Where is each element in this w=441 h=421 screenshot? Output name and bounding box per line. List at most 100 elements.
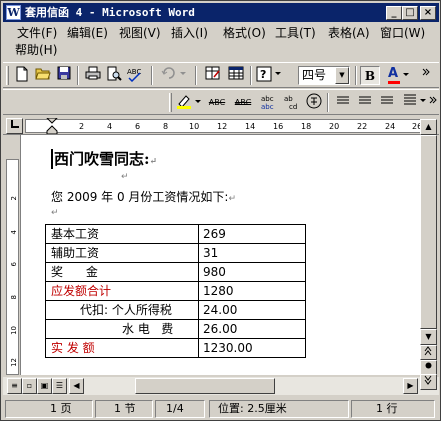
menu-format[interactable]: 格式(O)	[223, 25, 266, 41]
row-value[interactable]: 1230.00	[198, 338, 306, 358]
table-row[interactable]: 实 发 额 1230.00	[45, 338, 306, 358]
scroll-left-button[interactable]: ◀	[69, 378, 84, 394]
menu-table[interactable]: 表格(A)	[328, 25, 370, 41]
word-app-icon[interactable]: W	[6, 5, 21, 20]
horizontal-scroll-thumb[interactable]	[135, 378, 275, 394]
align-right-icon[interactable]	[377, 93, 397, 112]
new-document-icon[interactable]	[12, 66, 32, 85]
undo-icon[interactable]	[160, 66, 188, 85]
toolbar-separator	[327, 93, 329, 112]
menu-tools[interactable]: 工具(T)	[275, 25, 316, 41]
intro-line[interactable]: 您 2009 年 0 月份工资情况如下:↵	[51, 188, 236, 208]
menu-file[interactable]: 文件(F)	[17, 25, 57, 41]
vertical-ruler[interactable]: 2 4 6 8 10 12	[3, 135, 21, 375]
scroll-up-button[interactable]: ▲	[420, 119, 437, 135]
justify-icon[interactable]	[403, 93, 427, 112]
toolbar-grip[interactable]	[169, 93, 172, 112]
status-bar: 1 页 1 节 1/4 位置: 2.5厘米 1 行	[3, 398, 439, 420]
font-color-button[interactable]: A	[385, 66, 411, 85]
close-button[interactable]: ×	[420, 6, 436, 20]
svg-text:abc: abc	[261, 95, 274, 103]
highlight-icon[interactable]	[175, 93, 203, 112]
next-page-icon[interactable]	[420, 374, 437, 390]
tab-selector[interactable]	[6, 118, 23, 134]
table-row[interactable]: 水 电 费 26.00	[45, 319, 306, 339]
ruler-track[interactable]: 2 4 6 8 10 12 14 16 18 20 22 24 26	[25, 119, 425, 133]
row-value[interactable]: 31	[198, 243, 306, 263]
paragraph-mark: ↵	[228, 194, 237, 204]
row-value[interactable]: 24.00	[198, 300, 306, 320]
row-label[interactable]: 水 电 费	[45, 319, 199, 339]
row-label[interactable]: 基本工资	[45, 224, 199, 244]
vertical-ruler-track[interactable]: 2 4 6 8 10 12	[6, 159, 19, 375]
vruler-number: 10	[10, 326, 18, 335]
normal-view-icon[interactable]: ≡	[7, 378, 22, 394]
font-size-select[interactable]: 四号 ▼	[298, 66, 350, 85]
vruler-number: 4	[10, 230, 18, 235]
open-folder-icon[interactable]	[33, 66, 53, 85]
status-page: 1 页	[5, 400, 93, 418]
vertical-scrollbar[interactable]: ▲ ▼	[420, 119, 437, 375]
vruler-number: 12	[10, 358, 18, 367]
table-row[interactable]: 奖 金 980	[45, 262, 306, 282]
menu-view[interactable]: 视图(V)	[119, 25, 161, 41]
row-value[interactable]: 26.00	[198, 319, 306, 339]
row-label[interactable]: 代扣: 个人所得税	[45, 300, 199, 320]
menu-edit[interactable]: 编辑(E)	[67, 25, 108, 41]
print-layout-view-icon[interactable]: ▣	[37, 378, 52, 394]
align-center-icon[interactable]	[355, 93, 375, 112]
row-value[interactable]: 1280	[198, 281, 306, 301]
row-label[interactable]: 辅助工资	[45, 243, 199, 263]
toolbar-overflow-icon[interactable]	[427, 93, 439, 112]
toolbar-separator	[355, 66, 357, 85]
scroll-right-button[interactable]: ▶	[403, 378, 418, 394]
print-icon[interactable]	[83, 66, 103, 85]
previous-page-icon[interactable]	[420, 345, 437, 360]
maximize-button[interactable]: □	[402, 6, 418, 20]
document-page[interactable]: 西门吹雪同志:↵ ↵ 您 2009 年 0 月份工资情况如下:↵ ↵ 基本工资 …	[21, 135, 420, 375]
double-strikethrough-icon[interactable]: ABC	[232, 93, 254, 112]
toolbar-grip[interactable]	[6, 66, 9, 85]
align-left-icon[interactable]	[333, 93, 353, 112]
table-row[interactable]: 应发额合计 1280	[45, 281, 306, 301]
help-question-icon[interactable]: ?	[256, 66, 284, 85]
toolbar-overflow-icon[interactable]	[417, 66, 435, 85]
bold-button[interactable]: B	[360, 66, 380, 85]
menu-help[interactable]: 帮助(H)	[15, 42, 57, 58]
minimize-button[interactable]: _	[386, 6, 402, 20]
insert-table-icon[interactable]	[226, 66, 246, 85]
superscript-icon[interactable]: abc abc	[257, 93, 279, 112]
print-preview-icon[interactable]	[104, 66, 124, 85]
web-layout-view-icon[interactable]: ▫	[22, 378, 37, 394]
row-label[interactable]: 奖 金	[45, 262, 199, 282]
enclosed-character-icon[interactable]	[304, 93, 324, 112]
row-value[interactable]: 980	[198, 262, 306, 282]
scroll-thumb[interactable]	[420, 135, 437, 329]
salutation[interactable]: 西门吹雪同志:↵	[54, 149, 157, 172]
row-value[interactable]: 269	[198, 224, 306, 244]
salary-table[interactable]: 基本工资 269 辅助工资 31 奖 金 980 应发额合计 1280 代扣: …	[45, 224, 306, 358]
outline-view-icon[interactable]: ☰	[52, 378, 67, 394]
row-label[interactable]: 应发额合计	[45, 281, 199, 301]
row-label[interactable]: 实 发 额	[45, 338, 199, 358]
menu-insert[interactable]: 插入(I)	[171, 25, 208, 41]
table-row[interactable]: 基本工资 269	[45, 224, 306, 244]
table-row[interactable]: 辅助工资 31	[45, 243, 306, 263]
tables-borders-icon[interactable]	[203, 66, 223, 85]
menu-window[interactable]: 窗口(W)	[380, 25, 425, 41]
scroll-down-button[interactable]: ▼	[420, 329, 437, 345]
title-bar[interactable]: W 套用信函 4 - Microsoft Word _ □ ×	[3, 3, 439, 22]
word-window: W 套用信函 4 - Microsoft Word _ □ × 文件(F) 编辑…	[0, 0, 441, 421]
strikethrough-icon[interactable]: ABC	[206, 93, 228, 112]
spelling-check-icon[interactable]: ABC	[125, 66, 145, 85]
subscript-icon[interactable]: ab cd	[280, 93, 302, 112]
ruler-number: 8	[163, 122, 169, 131]
select-browse-object-icon[interactable]	[420, 360, 437, 375]
chevron-down-icon[interactable]: ▼	[335, 67, 349, 84]
horizontal-scrollbar[interactable]: ≡ ▫ ▣ ☰ ◀ ▶	[3, 374, 439, 395]
table-row[interactable]: 代扣: 个人所得税 24.00	[45, 300, 306, 320]
save-icon[interactable]	[54, 66, 74, 85]
horizontal-ruler[interactable]: 2 4 6 8 10 12 14 16 18 20 22 24 26	[3, 117, 439, 135]
svg-text:?: ?	[260, 68, 266, 81]
toolbar-separator	[77, 66, 79, 85]
